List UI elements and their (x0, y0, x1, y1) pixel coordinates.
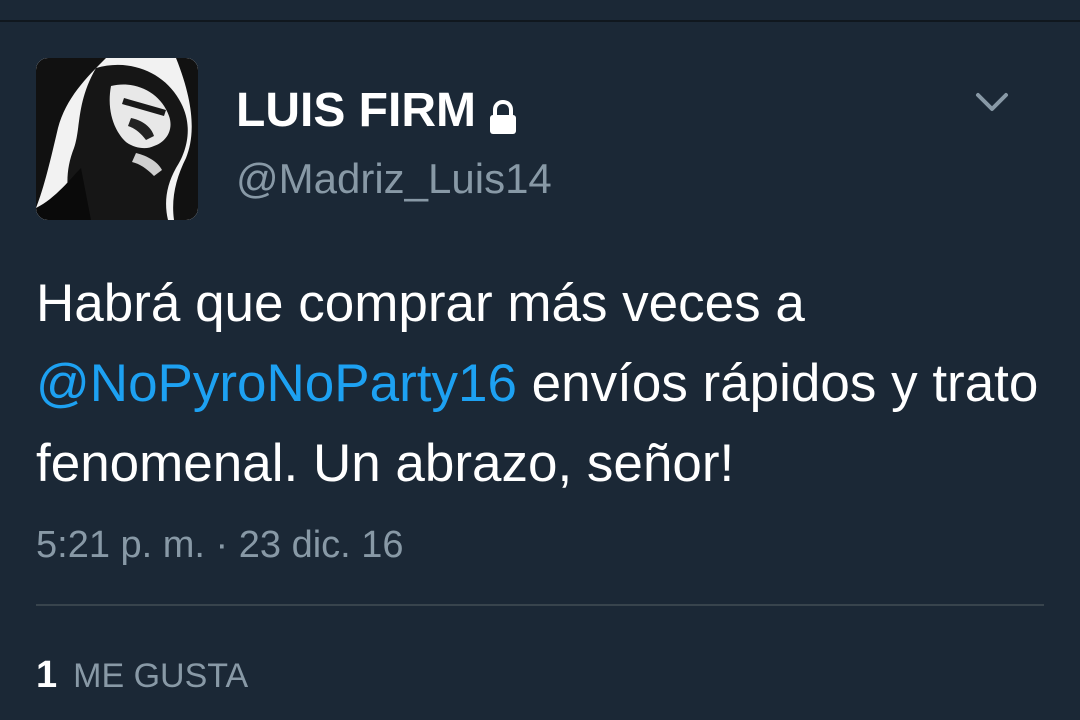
mention-link[interactable]: @NoPyroNoParty16 (36, 354, 517, 413)
tweet-detail-screen: LUIS FIRM @Madriz_Luis14 Habrá que compr… (0, 0, 1080, 720)
tweet-timestamp[interactable]: 5:21 p. m. · 23 dic. 16 (36, 522, 404, 568)
lock-icon (488, 93, 518, 134)
tweet-text-before-mention: Habrá que comprar más veces a (36, 274, 805, 333)
likes-label: ME GUSTA (73, 657, 249, 695)
author-name-row[interactable]: LUIS FIRM (236, 83, 518, 139)
author-handle[interactable]: @Madriz_Luis14 (236, 154, 552, 204)
author-display-name[interactable]: LUIS FIRM (236, 83, 476, 139)
divider (36, 604, 1044, 606)
top-separator (0, 0, 1080, 22)
likes-stat[interactable]: 1 ME GUSTA (36, 652, 248, 706)
likes-count: 1 (36, 654, 58, 696)
chevron-down-icon[interactable] (975, 90, 1009, 114)
tweet-text: Habrá que comprar más veces a @NoPyroNoP… (36, 264, 1046, 504)
avatar[interactable] (36, 58, 198, 220)
